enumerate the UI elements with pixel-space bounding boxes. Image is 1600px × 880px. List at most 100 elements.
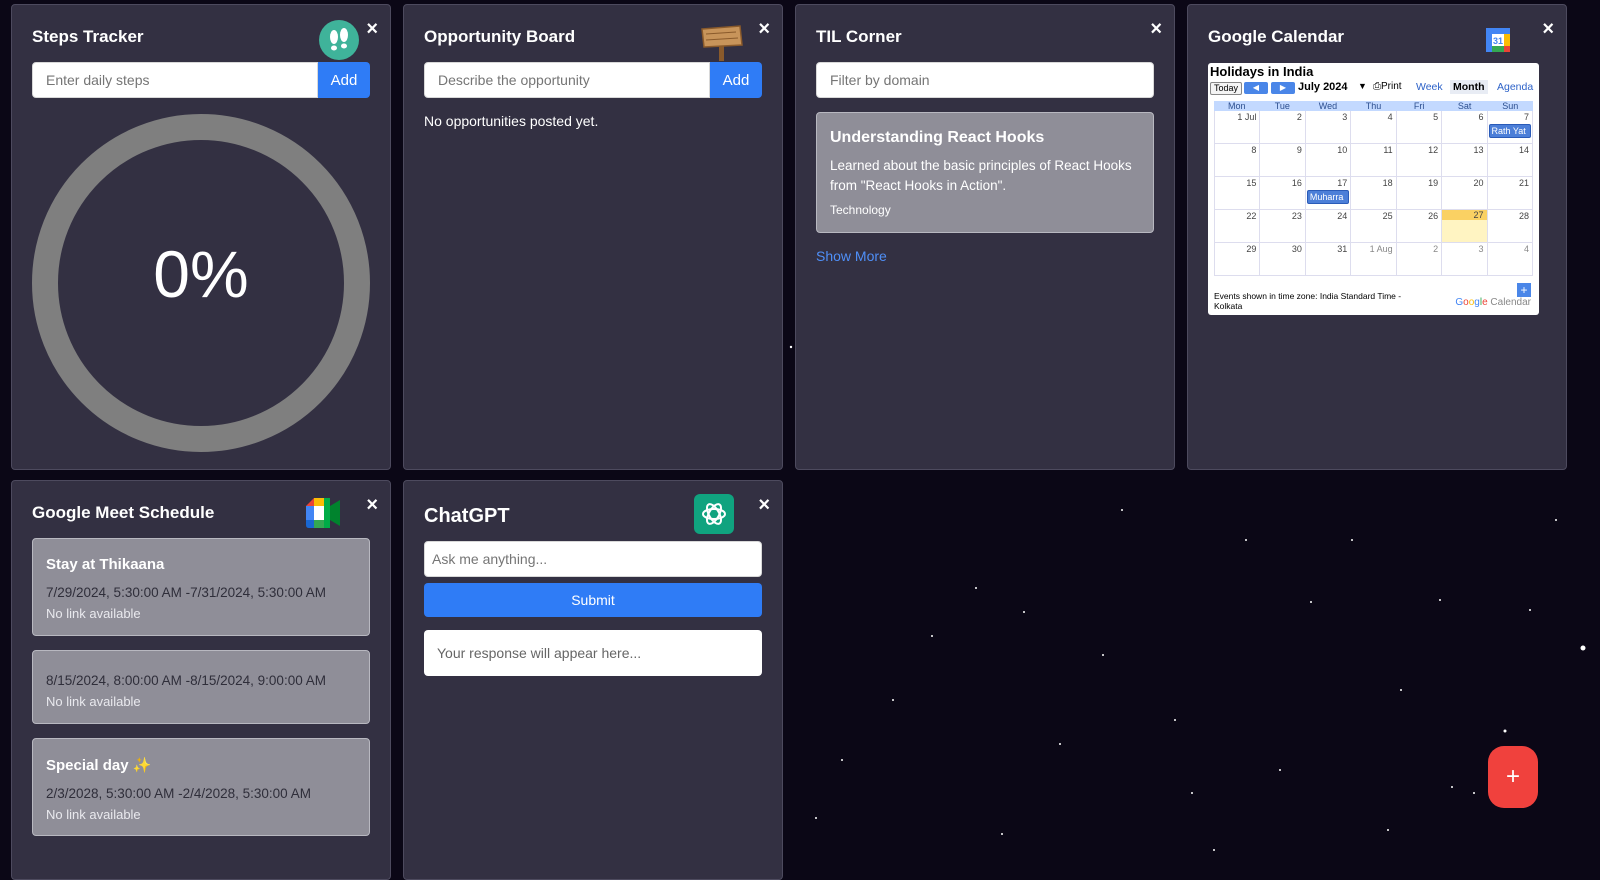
calendar-day-cell[interactable]: 28	[1488, 210, 1533, 242]
calendar-add-icon[interactable]: +	[1517, 283, 1531, 297]
close-meet-button[interactable]: ×	[366, 495, 378, 515]
calendar-day-number: 16	[1291, 178, 1302, 188]
calendar-day-number: 20	[1473, 178, 1484, 188]
calendar-day-cell[interactable]: 24	[1306, 210, 1352, 242]
calendar-day-cell[interactable]: 11	[1351, 144, 1397, 176]
meet-event-card[interactable]: Special day ✨ 2/3/2028, 5:30:00 AM -2/4/…	[32, 738, 370, 836]
openai-logo-icon	[694, 494, 734, 534]
calendar-day-number: 11	[1383, 145, 1393, 155]
calendar-day-cell[interactable]: 1 Jul	[1214, 111, 1261, 143]
calendar-day-cell[interactable]: 19	[1397, 177, 1443, 209]
calendar-day-number: 14	[1518, 145, 1529, 155]
calendar-day-cell[interactable]: 10	[1306, 144, 1352, 176]
calendar-day-cell[interactable]: 8	[1214, 144, 1261, 176]
chatgpt-prompt-input[interactable]	[424, 541, 762, 577]
close-chatgpt-button[interactable]: ×	[758, 495, 770, 515]
calendar-event[interactable]: Rath Yat	[1488, 124, 1531, 138]
til-card-description: Learned about the basic principles of Re…	[830, 158, 1132, 193]
til-show-more-link[interactable]: Show More	[816, 248, 887, 264]
calendar-day-number: 4	[1523, 244, 1529, 254]
add-opportunity-button[interactable]: Add	[710, 62, 762, 98]
calendar-day-cell[interactable]: 4	[1488, 243, 1533, 275]
add-widget-button[interactable]: +	[1488, 746, 1538, 808]
calendar-tab-week[interactable]: Week	[1413, 80, 1446, 94]
calendar-day-number: 23	[1291, 211, 1302, 221]
close-calendar-button[interactable]: ×	[1542, 19, 1554, 39]
meet-event-datetime: 7/29/2024, 5:30:00 AM -7/31/2024, 5:30:0…	[46, 585, 326, 600]
calendar-name: Holidays in India	[1210, 64, 1314, 79]
calendar-day-cell[interactable]: 25	[1351, 210, 1397, 242]
google-calendar-widget: Google Calendar 31 × Holidays in India T…	[1187, 4, 1567, 470]
steps-tracker-title: Steps Tracker	[32, 27, 144, 46]
til-corner-widget: TIL Corner × Understanding React Hooks L…	[795, 4, 1175, 470]
opportunity-input[interactable]	[424, 62, 710, 98]
close-steps-button[interactable]: ×	[366, 19, 378, 39]
calendar-day-cell[interactable]: 2	[1260, 111, 1306, 143]
calendar-tab-agenda[interactable]: Agenda	[1494, 80, 1536, 94]
calendar-next-icon[interactable]: ▶	[1271, 82, 1295, 94]
google-meet-title: Google Meet Schedule	[32, 503, 215, 522]
calendar-day-cell[interactable]: 18	[1351, 177, 1397, 209]
close-opportunity-button[interactable]: ×	[758, 19, 770, 39]
meet-event-card[interactable]: 8/15/2024, 8:00:00 AM -8/15/2024, 9:00:0…	[32, 650, 370, 724]
meet-event-title: Stay at Thikaana	[46, 556, 165, 573]
til-card[interactable]: Understanding React Hooks Learned about …	[816, 112, 1154, 233]
calendar-day-cell[interactable]: 1 Aug	[1351, 243, 1397, 275]
calendar-day-cell[interactable]: 20	[1442, 177, 1488, 209]
calendar-day-cell[interactable]: 2	[1397, 243, 1443, 275]
calendar-day-number: 6	[1478, 112, 1484, 122]
til-filter-input[interactable]	[816, 62, 1154, 98]
calendar-day-number: 3	[1342, 112, 1348, 122]
til-card-category: Technology	[830, 203, 891, 217]
calendar-tab-month[interactable]: Month	[1450, 80, 1488, 94]
calendar-day-cell[interactable]: 3	[1306, 111, 1352, 143]
calendar-day-cell[interactable]: 22	[1214, 210, 1261, 242]
calendar-day-number: 7	[1523, 112, 1529, 122]
calendar-month-dropdown-icon[interactable]: ▼	[1358, 81, 1367, 91]
plus-icon: +	[1505, 763, 1520, 790]
calendar-toolbar: Today ◀ ▶ July 2024 ▼ ⎙Print Week Month …	[1210, 80, 1537, 97]
calendar-day-cell[interactable]: 5	[1397, 111, 1443, 143]
calendar-day-number: 28	[1518, 211, 1529, 221]
calendar-day-cell[interactable]: 23	[1260, 210, 1306, 242]
calendar-day-cell[interactable]: 15	[1214, 177, 1261, 209]
svg-text:31: 31	[1493, 36, 1503, 46]
calendar-day-cell[interactable]: 12	[1397, 144, 1443, 176]
calendar-day-cell[interactable]: 14	[1488, 144, 1533, 176]
calendar-today-button[interactable]: Today	[1210, 82, 1243, 95]
calendar-day-number: 9	[1296, 145, 1302, 155]
calendar-day-cell[interactable]: 7 Rath Yat	[1488, 111, 1533, 143]
calendar-day-number: 15	[1246, 178, 1257, 188]
calendar-day-number: 22	[1246, 211, 1257, 221]
calendar-day-cell[interactable]: 3	[1442, 243, 1488, 275]
calendar-day-cell[interactable]: 4	[1351, 111, 1397, 143]
close-til-button[interactable]: ×	[1150, 19, 1162, 39]
calendar-day-number: 24	[1337, 211, 1348, 221]
calendar-day-cell[interactable]: 13	[1442, 144, 1488, 176]
til-corner-title: TIL Corner	[816, 27, 902, 46]
meet-event-datetime: 2/3/2028, 5:30:00 AM -2/4/2028, 5:30:00 …	[46, 786, 311, 801]
add-steps-button[interactable]: Add	[318, 62, 370, 98]
calendar-day-cell[interactable]: 30	[1260, 243, 1306, 275]
calendar-print-button[interactable]: ⎙Print	[1373, 81, 1402, 92]
calendar-day-number: 8	[1251, 145, 1257, 155]
calendar-day-cell[interactable]: 31	[1306, 243, 1352, 275]
steps-progress-text: 0%	[153, 237, 249, 311]
calendar-day-cell[interactable]: 16	[1260, 177, 1306, 209]
calendar-day-cell[interactable]: 17 Muharra	[1306, 177, 1352, 209]
chatgpt-input-row	[424, 541, 762, 577]
calendar-day-cell[interactable]: 9	[1260, 144, 1306, 176]
calendar-timezone-note: Events shown in time zone: India Standar…	[1214, 291, 1402, 311]
calendar-day-number: 27	[1442, 210, 1487, 220]
calendar-day-cell[interactable]: 27	[1442, 210, 1488, 242]
chatgpt-title: ChatGPT	[424, 505, 510, 527]
calendar-day-cell[interactable]: 29	[1214, 243, 1261, 275]
chatgpt-submit-button[interactable]: Submit	[424, 583, 762, 617]
calendar-event[interactable]: Muharra	[1306, 190, 1350, 204]
calendar-day-cell[interactable]: 6	[1442, 111, 1488, 143]
steps-input[interactable]	[32, 62, 318, 98]
calendar-day-cell[interactable]: 26	[1397, 210, 1443, 242]
calendar-prev-icon[interactable]: ◀	[1244, 82, 1268, 94]
calendar-day-cell[interactable]: 21	[1488, 177, 1533, 209]
meet-event-card[interactable]: Stay at Thikaana 7/29/2024, 5:30:00 AM -…	[32, 538, 370, 636]
